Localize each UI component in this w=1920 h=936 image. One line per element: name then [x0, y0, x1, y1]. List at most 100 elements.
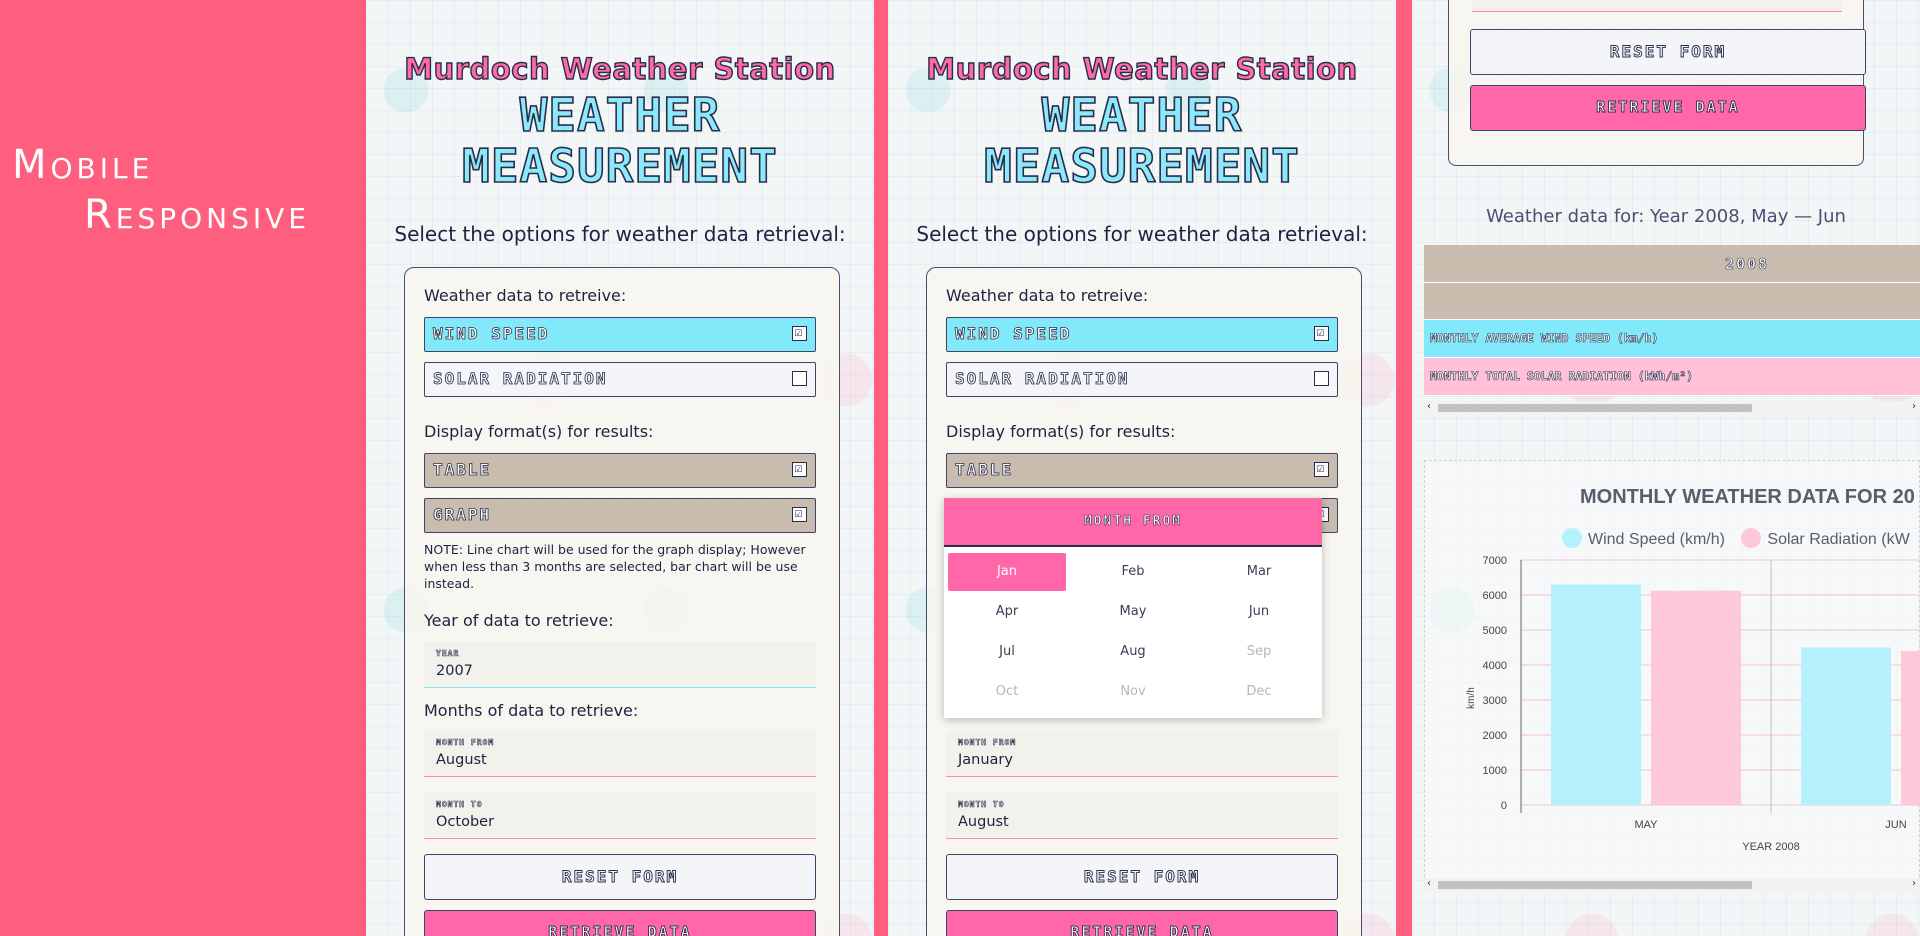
month-picker-popup: MONTH FROM Jan Feb Mar Apr May Jun Jul Aug Sep Oc…	[944, 498, 1322, 718]
x-tick-label: MAY	[1634, 819, 1658, 831]
table-month-header	[1424, 283, 1920, 320]
y-tick-label: 6000	[1483, 590, 1507, 602]
retrieve-data-button[interactable]: RETRIEVE DATA	[1470, 85, 1866, 131]
y-tick-label: 7000	[1483, 555, 1507, 567]
y-tick-label: 0	[1501, 800, 1507, 812]
wind-speed-option[interactable]: WIND SPEED ☑	[424, 317, 816, 352]
retrieve-data-button[interactable]: RETRIEVE DATA	[424, 910, 816, 936]
month-picker-title: MONTH FROM	[944, 498, 1322, 547]
scroll-left-icon[interactable]: ‹	[1427, 878, 1431, 889]
y-tick-label: 3000	[1483, 695, 1507, 707]
checkbox-checked-icon[interactable]: ☑	[1314, 462, 1329, 477]
data-label: Weather data to retreive:	[424, 286, 627, 305]
month-option-aug[interactable]: Aug	[1074, 633, 1192, 671]
month-grid: Jan Feb Mar Apr May Jun Jul Aug Sep Oct Nov Dec	[948, 553, 1318, 711]
checkbox-checked-icon[interactable]: ☑	[792, 507, 807, 522]
table-option[interactable]: TABLE ☑	[424, 453, 816, 488]
checkbox-unchecked-icon[interactable]	[1314, 371, 1329, 386]
retrieve-data-button[interactable]: RETRIEVE DATA	[946, 910, 1338, 936]
legend-item-solar[interactable]: Solar Radiation (kW	[1741, 528, 1910, 548]
reset-form-button[interactable]: RESET FORM	[1470, 29, 1866, 75]
y-tick-label: 4000	[1483, 660, 1507, 672]
month-option-nov: Nov	[1120, 684, 1146, 699]
checkbox-unchecked-icon[interactable]	[792, 371, 807, 386]
table-row-solar: MONTHLY TOTAL SOLAR RADIATION (kWh/m²)	[1424, 358, 1920, 396]
y-tick-label: 5000	[1483, 625, 1507, 637]
select-prompt: Select the options for weather data retr…	[916, 222, 1368, 246]
heading-weather: WEATHER	[519, 87, 721, 143]
chart-legend: Wind Speed (km/h) Solar Radiation (kW	[1562, 528, 1920, 549]
month-to-field-label: MONTH TO	[436, 800, 483, 810]
bar-solar-jun[interactable]	[1901, 651, 1920, 805]
chart-title: MONTHLY WEATHER DATA FOR 20	[1580, 486, 1915, 508]
y-axis-label: km/h	[1466, 687, 1477, 709]
scroll-left-icon[interactable]: ‹	[1427, 401, 1431, 412]
month-from-field[interactable]: MONTH FROM August	[424, 731, 816, 777]
year-field[interactable]: YEAR 2007	[424, 642, 816, 688]
month-from-field[interactable]: MONTH FROM January	[946, 731, 1338, 777]
month-option-apr[interactable]: Apr	[948, 593, 1066, 631]
checkbox-checked-icon[interactable]: ☑	[792, 462, 807, 477]
solar-radiation-label: SOLAR RADIATION	[955, 369, 1130, 389]
data-label: Weather data to retreive:	[946, 286, 1149, 305]
form-card	[1448, 0, 1864, 166]
table-label: TABLE	[955, 460, 1014, 480]
month-option-jan[interactable]: Jan	[948, 553, 1066, 591]
bar-wind-jun[interactable]	[1801, 647, 1891, 806]
month-from-value: January	[958, 752, 1013, 768]
table-scrollbar[interactable]: ‹ ›	[1424, 401, 1920, 415]
month-option-mar[interactable]: Mar	[1200, 553, 1318, 591]
wind-speed-label: WIND SPEED	[433, 324, 550, 344]
heading-weather: WEATHER	[1041, 87, 1243, 143]
station-title: Murdoch Weather Station	[404, 51, 836, 86]
month-option-sep: Sep	[1246, 644, 1272, 659]
scroll-right-icon[interactable]: ›	[1912, 401, 1916, 412]
format-label: Display format(s) for results:	[946, 422, 1176, 441]
graph-note: NOTE: Line chart will be used for the gr…	[424, 542, 806, 591]
reset-form-button[interactable]: RESET FORM	[424, 854, 816, 900]
wind-speed-option[interactable]: WIND SPEED ☑	[946, 317, 1338, 352]
mobile-screen-results: RESET FORM RETRIEVE DATA Weather data fo…	[1412, 0, 1920, 936]
month-to-field-label: MONTH TO	[958, 800, 1005, 810]
table-label: TABLE	[433, 460, 492, 480]
month-to-field[interactable]: MONTH TO October	[424, 793, 816, 839]
station-title: Murdoch Weather Station	[926, 51, 1358, 86]
bar-chart: 0 1000 2000 3000 4000 5000 6000 7000 km/h MAY JUN Y…	[1466, 555, 1920, 853]
heading-measurement: MEASUREMENT	[461, 138, 778, 194]
results-table: 2008 MONTHLY AVERAGE WIND SPEED (km/h) M…	[1424, 245, 1920, 396]
month-option-feb[interactable]: Feb	[1074, 553, 1192, 591]
side-title-line-2: Responsive	[84, 192, 311, 238]
legend-swatch-wind	[1562, 528, 1582, 548]
solar-radiation-label: SOLAR RADIATION	[433, 369, 608, 389]
month-to-field[interactable]: MONTH TO August	[946, 793, 1338, 839]
x-tick-label: JUN	[1885, 819, 1906, 831]
graph-option[interactable]: GRAPH ☑	[424, 498, 816, 533]
year-field-value: 2007	[436, 663, 473, 679]
y-tick-label: 1000	[1483, 765, 1507, 777]
scroll-right-icon[interactable]: ›	[1912, 878, 1916, 889]
chart-scroll-thumb[interactable]	[1438, 881, 1752, 889]
solar-radiation-option[interactable]: SOLAR RADIATION	[424, 362, 816, 397]
month-option-jun[interactable]: Jun	[1200, 593, 1318, 631]
solar-radiation-option[interactable]: SOLAR RADIATION	[946, 362, 1338, 397]
legend-item-wind[interactable]: Wind Speed (km/h)	[1562, 528, 1725, 548]
month-option-jul[interactable]: Jul	[948, 633, 1066, 671]
month-to-value: October	[436, 814, 495, 830]
year-field-label: YEAR	[436, 649, 460, 659]
bar-solar-may[interactable]	[1651, 590, 1741, 805]
month-from-field-label: MONTH FROM	[958, 738, 1017, 748]
table-option[interactable]: TABLE ☑	[946, 453, 1338, 488]
month-from-value: August	[436, 752, 487, 768]
x-axis-label: YEAR 2008	[1742, 841, 1799, 853]
bar-wind-may[interactable]	[1551, 584, 1641, 806]
side-title: Mobile Responsive	[12, 140, 357, 240]
select-prompt: Select the options for weather data retr…	[394, 222, 846, 246]
month-option-may[interactable]: May	[1074, 593, 1192, 631]
chart-scrollbar[interactable]: ‹ ›	[1424, 878, 1920, 892]
reset-form-button[interactable]: RESET FORM	[946, 854, 1338, 900]
legend-swatch-solar	[1741, 528, 1762, 548]
month-to-field[interactable]	[1472, 0, 1842, 12]
table-scroll-thumb[interactable]	[1438, 404, 1752, 412]
checkbox-checked-icon[interactable]: ☑	[1314, 326, 1329, 341]
checkbox-checked-icon[interactable]: ☑	[792, 326, 807, 341]
